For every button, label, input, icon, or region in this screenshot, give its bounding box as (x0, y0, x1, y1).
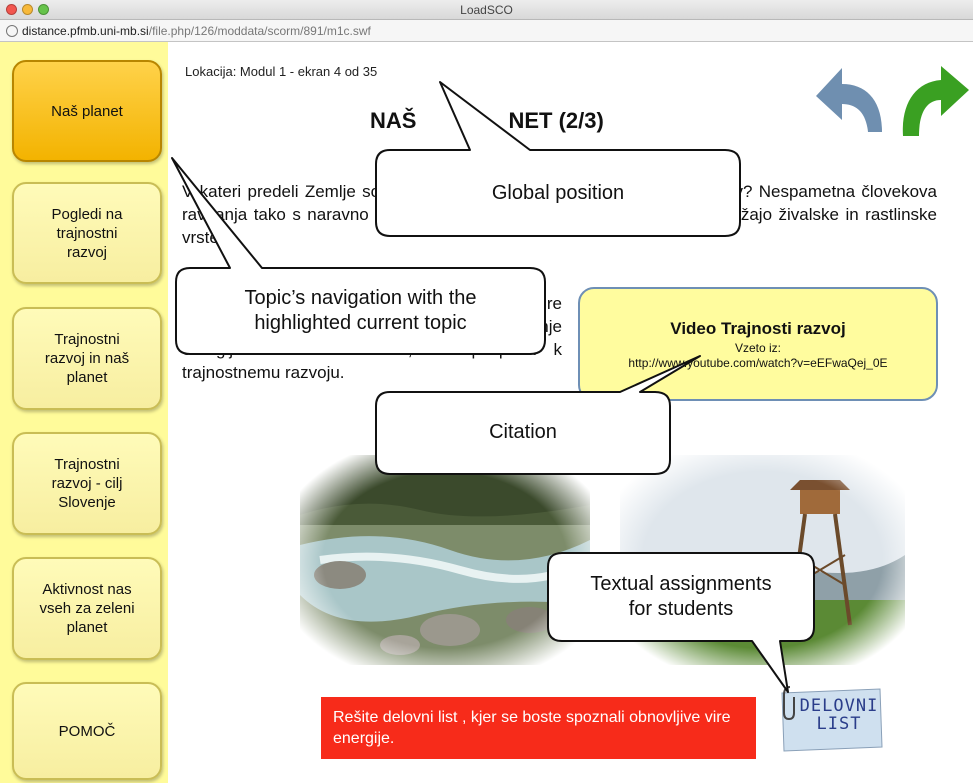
energy-paragraph: Je pomembno, da uporabljamo obnovljivi v… (182, 294, 562, 382)
address-bar[interactable]: distance.pfmb.uni-mb.si/file.php/126/mod… (0, 20, 973, 42)
observation-tower-photo (620, 455, 905, 665)
url-path: /file.php/126/moddata/scorm/891/m1c.swf (148, 24, 371, 38)
page-title-left: NAŠ (370, 108, 417, 133)
nav-item-aktivnost[interactable]: Aktivnost nas vseh za zeleni planet (12, 557, 162, 660)
page-title: NAŠ NET (2/3) (370, 108, 604, 134)
nav-item-pomoc[interactable]: POMOČ (12, 682, 162, 780)
url-host: distance.pfmb.uni-mb.si (22, 24, 149, 38)
back-arrow-icon[interactable] (808, 60, 888, 138)
page-title-right: NET (2/3) (508, 108, 604, 133)
assignment-banner: Rešite delovni list , kjer se boste spoz… (321, 697, 756, 759)
location-indicator: Lokacija: Modul 1 - ekran 4 od 35 (185, 64, 378, 79)
topic-navigation: Naš planet Pogledi na trajnostni razvoj … (0, 42, 168, 783)
nav-item-cilj-slovenje[interactable]: Trajnostni razvoj - cilj Slovenje (12, 432, 162, 535)
nav-item-trajnostni-razvoj-planet[interactable]: Trajnostni razvoj in naš planet (12, 307, 162, 410)
video-citation-box[interactable]: Video Trajnosti razvoj Vzeto iz: http://… (578, 287, 938, 401)
citation-url[interactable]: http://www.youtube.com/watch?v=eEFwaQej_… (580, 356, 936, 370)
intro-paragraph: V kateri predeli Zemlje so ogroženi zara… (182, 182, 937, 247)
callout-citation-label: Citation (489, 421, 557, 443)
window-titlebar: LoadSCO (0, 0, 973, 20)
window-title: LoadSCO (460, 3, 513, 17)
citation-subtitle: Vzeto iz: (734, 341, 782, 355)
worksheet-label: DELOVNI LIST (799, 696, 879, 734)
river-photo (300, 455, 590, 665)
nav-item-pogledi[interactable]: Pogledi na trajnostni razvoj (12, 182, 162, 284)
forward-arrow-icon[interactable] (893, 60, 973, 138)
site-info-icon (6, 25, 18, 37)
worksheet-button[interactable]: DELOVNI LIST (776, 685, 886, 753)
citation-title: Video Trajnosti razvoj (670, 319, 846, 338)
nav-item-nas-planet[interactable]: Naš planet (12, 60, 162, 162)
